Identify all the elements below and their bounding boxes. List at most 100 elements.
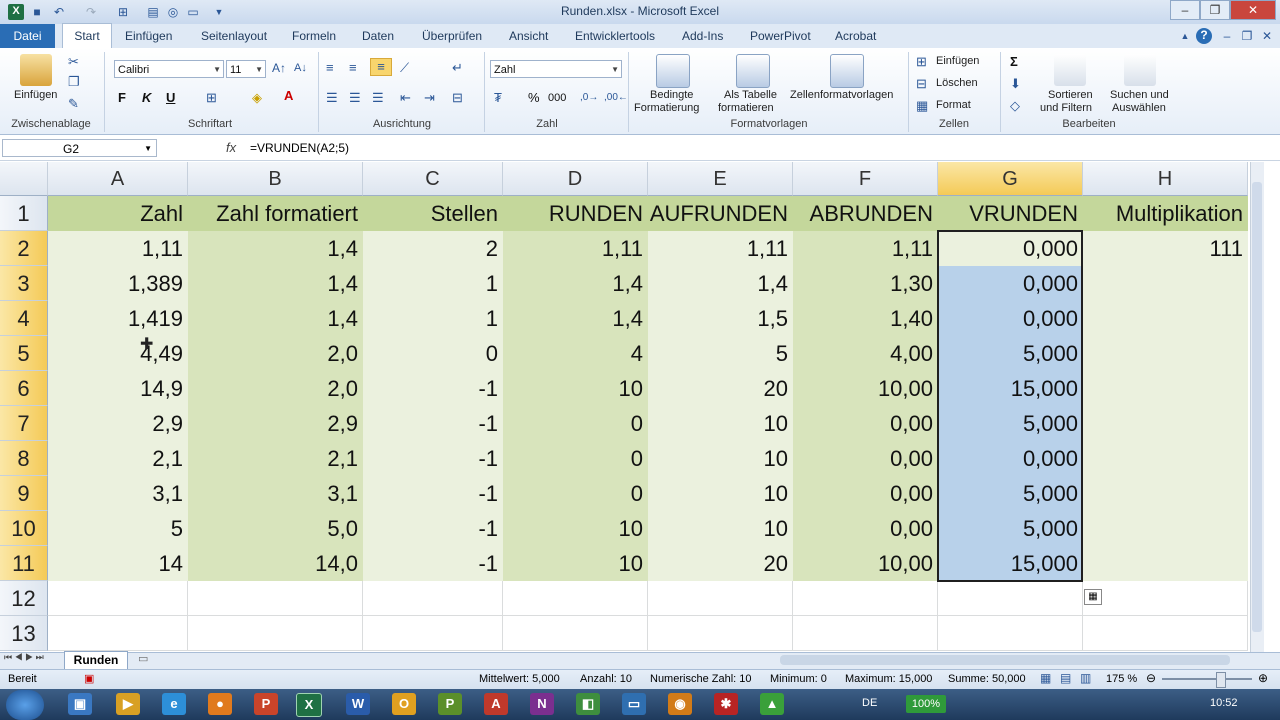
tab-einfuegen[interactable]: Einfügen	[123, 24, 174, 48]
tab-powerpivot[interactable]: PowerPivot	[748, 24, 813, 48]
data-cell[interactable]	[1083, 441, 1248, 476]
data-cell[interactable]: 0	[503, 406, 648, 441]
data-cell[interactable]: 0	[503, 441, 648, 476]
data-cell[interactable]	[1083, 266, 1248, 301]
clear-icon[interactable]: ◇	[1010, 98, 1020, 114]
wrap-text-icon[interactable]: ↵	[452, 60, 463, 76]
data-cell[interactable]: 2,1	[188, 441, 363, 476]
conditional-formatting-icon[interactable]	[656, 54, 690, 88]
row-header-9[interactable]: 9	[0, 476, 48, 511]
empty-cell[interactable]	[648, 581, 793, 616]
row-header-1[interactable]: 1	[0, 196, 48, 231]
format-as-table-icon[interactable]	[736, 54, 770, 88]
data-cell[interactable]: 10	[648, 406, 793, 441]
merge-cells-icon[interactable]: ⊟	[452, 90, 463, 106]
vertical-scrollbar-thumb[interactable]	[1252, 182, 1262, 632]
row-header-13[interactable]: 13	[0, 616, 48, 651]
header-cell[interactable]: Multiplikation	[1083, 196, 1248, 231]
tab-ansicht[interactable]: Ansicht	[507, 24, 550, 48]
print-preview-icon[interactable]: ▤	[146, 5, 160, 19]
data-cell[interactable]: 2	[363, 231, 503, 266]
row-header-10[interactable]: 10	[0, 511, 48, 546]
data-cell[interactable]: 1,419	[48, 301, 188, 336]
italic-button[interactable]: K	[142, 90, 151, 106]
data-cell[interactable]	[1083, 511, 1248, 546]
help-icon[interactable]: ?	[1196, 28, 1212, 44]
close-button[interactable]: ✕	[1230, 0, 1276, 20]
grow-font-icon[interactable]: A↑	[272, 60, 286, 76]
delete-cells-icon[interactable]: ⊟	[916, 76, 927, 92]
qat-dropdown-icon[interactable]: ▼	[212, 5, 226, 19]
tab-seitenlayout[interactable]: Seitenlayout	[199, 24, 269, 48]
data-cell[interactable]: 1,40	[793, 301, 938, 336]
align-middle-icon[interactable]: ≡	[349, 60, 357, 76]
wb-close-icon[interactable]: ✕	[1260, 29, 1274, 43]
view-layout-icon[interactable]: ▤	[1060, 671, 1071, 685]
header-cell[interactable]: Zahl formatiert	[188, 196, 363, 231]
data-cell[interactable]: 20	[648, 371, 793, 406]
data-cell[interactable]: 1	[363, 266, 503, 301]
empty-cell[interactable]	[938, 616, 1083, 651]
acrobat-icon[interactable]: A	[484, 693, 508, 715]
data-cell[interactable]: 3,1	[188, 476, 363, 511]
empty-cell[interactable]	[188, 581, 363, 616]
empty-cell[interactable]	[793, 581, 938, 616]
header-cell[interactable]: ABRUNDEN	[793, 196, 938, 231]
media-icon[interactable]: ▶	[116, 693, 140, 715]
app-icon-5[interactable]: ▲	[760, 693, 784, 715]
row-header-6[interactable]: 6	[0, 371, 48, 406]
worksheet-grid[interactable]: A B C D E F G H 1 2 3 4 5 6 7 8 9 10 11 12 13 Zahl Zahl format…	[0, 162, 1264, 652]
delete-cells-button[interactable]: Löschen	[936, 77, 978, 89]
underline-button[interactable]: U	[166, 90, 175, 106]
data-cell[interactable]: 2,9	[48, 406, 188, 441]
qat-sheet-icon[interactable]: ▭	[186, 5, 200, 19]
data-cell[interactable]: 2,9	[188, 406, 363, 441]
data-cell[interactable]	[1083, 336, 1248, 371]
empty-cell[interactable]	[938, 581, 1083, 616]
column-header-d[interactable]: D	[503, 162, 648, 196]
row-header-8[interactable]: 8	[0, 441, 48, 476]
undo-icon[interactable]: ↶	[52, 5, 66, 19]
tab-start[interactable]: Start	[62, 23, 112, 48]
format-painter-icon[interactable]: ✎	[68, 96, 79, 112]
data-cell[interactable]	[1083, 371, 1248, 406]
find-select-label-2[interactable]: Auswählen	[1112, 102, 1166, 114]
format-cells-icon[interactable]: ▦	[916, 98, 928, 114]
data-cell[interactable]: 1,30	[793, 266, 938, 301]
empty-cell[interactable]	[793, 616, 938, 651]
data-cell[interactable]: 1,4	[503, 301, 648, 336]
ie-icon[interactable]: e	[162, 693, 186, 715]
border-icon[interactable]: ⊞	[206, 90, 217, 106]
formula-input[interactable]: =VRUNDEN(A2;5)	[250, 139, 1264, 157]
data-cell[interactable]	[1083, 546, 1248, 581]
empty-cell[interactable]	[48, 581, 188, 616]
publisher-icon[interactable]: P	[438, 693, 462, 715]
start-button[interactable]	[6, 690, 44, 720]
data-cell[interactable]: 1,11	[648, 231, 793, 266]
format-cells-button[interactable]: Format	[936, 99, 971, 111]
data-cell[interactable]: -1	[363, 511, 503, 546]
data-cell[interactable]: 5,0	[188, 511, 363, 546]
bold-button[interactable]: F	[118, 90, 126, 106]
conditional-formatting-label-1[interactable]: Bedingte	[650, 89, 693, 101]
align-top-icon[interactable]: ≡	[326, 60, 334, 76]
outlook-icon[interactable]: O	[392, 693, 416, 715]
insert-function-button[interactable]: fx	[226, 140, 236, 155]
column-header-g[interactable]: G	[938, 162, 1083, 196]
redo-icon[interactable]: ↷	[84, 5, 98, 19]
data-cell[interactable]	[1083, 406, 1248, 441]
empty-cell[interactable]	[503, 581, 648, 616]
cell-styles-icon[interactable]	[830, 54, 864, 88]
zoom-out-icon[interactable]: ⊖	[1146, 671, 1156, 685]
data-cell[interactable]: 0	[363, 336, 503, 371]
data-cell[interactable]: -1	[363, 441, 503, 476]
zoom-level[interactable]: 175 %	[1106, 673, 1137, 685]
column-header-a[interactable]: A	[48, 162, 188, 196]
align-center-icon[interactable]: ☰	[349, 90, 361, 106]
data-cell[interactable]: 10	[648, 476, 793, 511]
column-header-e[interactable]: E	[648, 162, 793, 196]
row-header-2[interactable]: 2	[0, 231, 48, 266]
view-normal-icon[interactable]: ▦	[1040, 671, 1051, 685]
increase-decimal-icon[interactable]: ,0→	[580, 90, 598, 106]
firefox-icon[interactable]: ●	[208, 693, 232, 715]
